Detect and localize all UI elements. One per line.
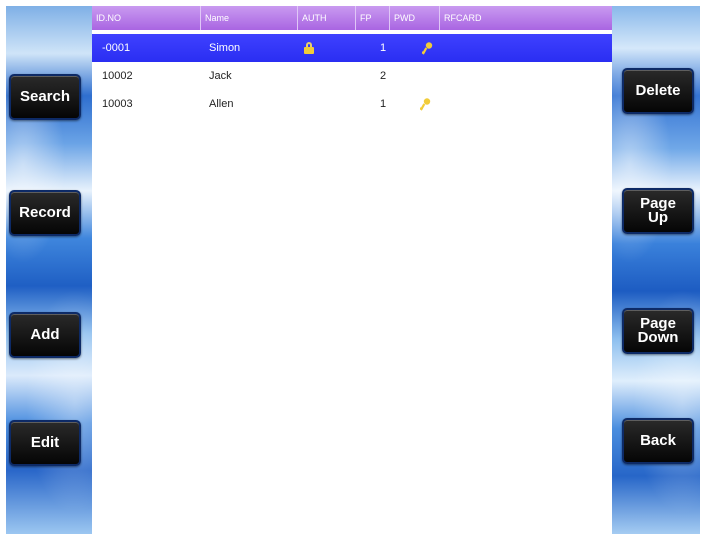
table-row[interactable]: 10003 Allen 1 bbox=[92, 90, 612, 118]
header-pwd[interactable]: PWD bbox=[390, 6, 440, 30]
cell-id: -0001 bbox=[102, 42, 131, 54]
back-label: Back bbox=[640, 432, 676, 449]
page-up-label-line2: Up bbox=[648, 209, 668, 226]
add-button[interactable]: Add bbox=[9, 312, 81, 358]
cell-name: Allen bbox=[209, 98, 234, 110]
cell-id: 10003 bbox=[102, 98, 133, 110]
edit-button[interactable]: Edit bbox=[9, 420, 81, 466]
delete-button[interactable]: Delete bbox=[622, 68, 694, 114]
back-button[interactable]: Back bbox=[622, 418, 694, 464]
pwd-cell bbox=[420, 34, 434, 62]
lock-icon bbox=[304, 42, 314, 54]
record-button[interactable]: Record bbox=[9, 190, 81, 236]
header-rfcard[interactable]: RFCARD bbox=[440, 6, 612, 30]
search-button[interactable]: Search bbox=[9, 74, 81, 120]
page-down-label-line2: Down bbox=[637, 329, 679, 346]
table-header: ID.NO Name AUTH FP PWD RFCARD bbox=[92, 6, 612, 30]
key-icon bbox=[419, 98, 431, 111]
delete-label: Delete bbox=[635, 82, 681, 99]
left-panel: Search Record Add Edit bbox=[6, 6, 92, 534]
header-name[interactable]: Name bbox=[201, 6, 298, 30]
page-up-button[interactable]: Page Up bbox=[622, 188, 694, 234]
header-id[interactable]: ID.NO bbox=[92, 6, 201, 30]
user-list-panel: ID.NO Name AUTH FP PWD RFCARD -0001 Simo… bbox=[92, 6, 612, 534]
auth-cell bbox=[304, 34, 314, 62]
key-icon bbox=[421, 42, 433, 55]
cell-id: 10002 bbox=[102, 70, 133, 82]
header-fp[interactable]: FP bbox=[356, 6, 390, 30]
table-row[interactable]: 10002 Jack 2 bbox=[92, 62, 612, 90]
cell-fp: 1 bbox=[380, 98, 387, 110]
device-screen: Search Record Add Edit ID.NO Name AUTH F… bbox=[6, 6, 700, 534]
page-down-button[interactable]: Page Down bbox=[622, 308, 694, 354]
right-panel: Delete Page Up Page Down Back bbox=[612, 6, 700, 534]
table-row[interactable]: -0001 Simon 1 bbox=[92, 34, 612, 62]
cell-fp: 2 bbox=[380, 70, 387, 82]
pwd-cell bbox=[418, 90, 432, 118]
cell-fp: 1 bbox=[380, 42, 387, 54]
header-auth[interactable]: AUTH bbox=[298, 6, 356, 30]
cell-name: Simon bbox=[209, 42, 241, 54]
cell-name: Jack bbox=[209, 70, 232, 82]
